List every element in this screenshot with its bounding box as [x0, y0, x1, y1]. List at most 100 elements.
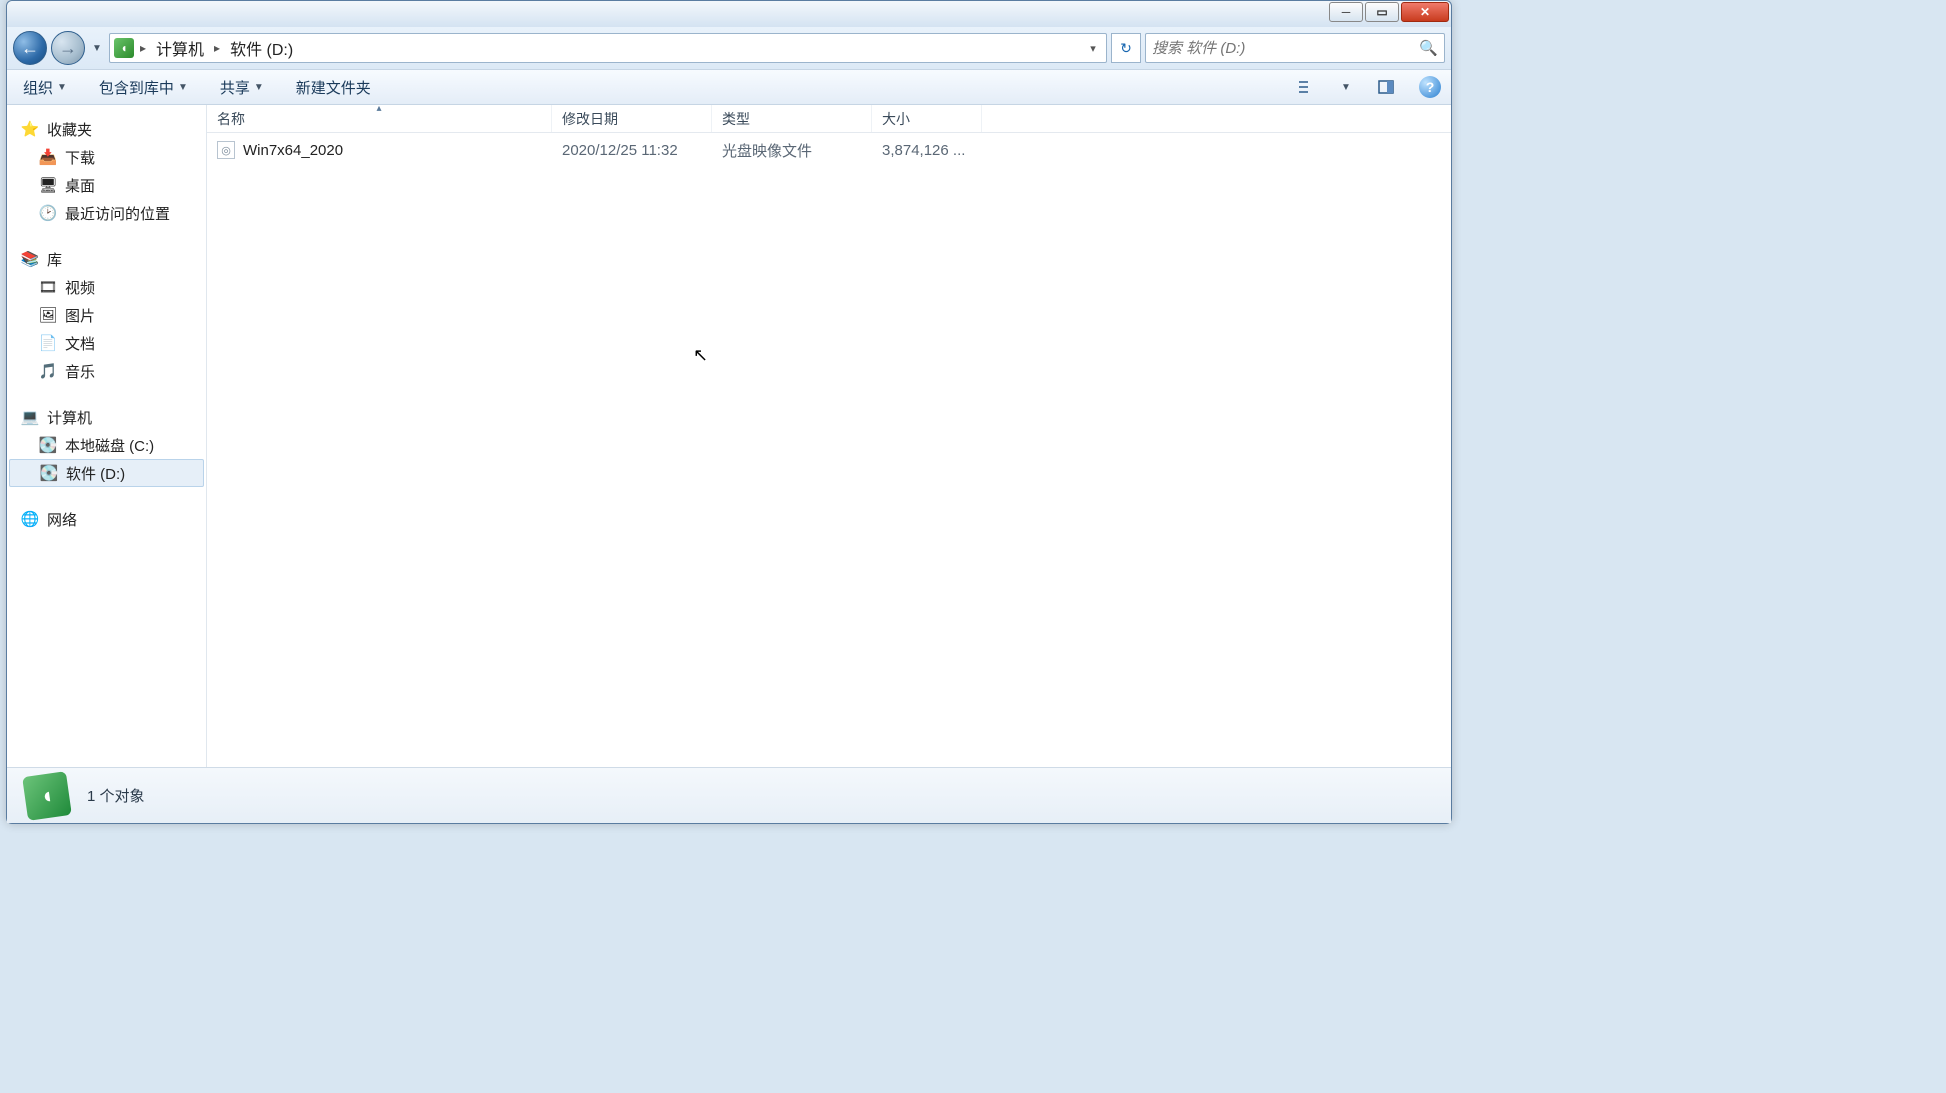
preview-pane-button[interactable]	[1373, 74, 1399, 100]
file-cell-name: ◎ Win7x64_2020	[207, 141, 552, 159]
picture-icon: 🖼	[39, 306, 57, 324]
sidebar-item-videos[interactable]: 🎞 视频	[7, 273, 206, 301]
address-bar[interactable]: ◖ ▸ 计算机 ▸ 软件 (D:) ▾	[109, 33, 1107, 63]
sidebar-item-pictures[interactable]: 🖼 图片	[7, 301, 206, 329]
sidebar-network-header[interactable]: 🌐 网络	[7, 505, 206, 533]
sidebar-item-label: 下载	[65, 147, 95, 168]
column-date-label: 修改日期	[562, 109, 618, 129]
library-icon: 📚	[21, 250, 39, 268]
sidebar-group-computer: 💻 计算机 💽 本地磁盘 (C:) 💽 软件 (D:)	[7, 399, 206, 501]
column-header-size[interactable]: 大小	[872, 105, 982, 132]
sidebar-item-desktop[interactable]: 🖥 桌面	[7, 171, 206, 199]
music-icon: 🎵	[39, 362, 57, 380]
back-button[interactable]: ←	[13, 31, 47, 65]
chevron-down-icon: ▼	[254, 82, 264, 93]
column-name-label: 名称	[217, 109, 245, 129]
sidebar-item-label: 桌面	[65, 175, 95, 196]
chevron-down-icon: ▼	[1341, 82, 1351, 93]
history-dropdown[interactable]: ▼	[89, 31, 105, 65]
body: ⭐ 收藏夹 📥 下载 🖥 桌面 🕑 最近访问的位置 📚	[7, 105, 1451, 767]
sidebar-item-label: 最近访问的位置	[65, 203, 170, 224]
sidebar-group-network: 🌐 网络	[7, 501, 206, 547]
sidebar: ⭐ 收藏夹 📥 下载 🖥 桌面 🕑 最近访问的位置 📚	[7, 105, 207, 767]
share-button[interactable]: 共享 ▼	[214, 73, 270, 102]
maximize-button[interactable]: ▭	[1365, 2, 1399, 22]
help-button[interactable]: ?	[1419, 76, 1441, 98]
file-content-area[interactable]: 名称 ▴ 修改日期 类型 大小 ◎ Win7x64_2020 2020/	[207, 105, 1451, 767]
status-bar: ◖ 1 个对象	[7, 767, 1451, 823]
close-button[interactable]: ✕	[1401, 2, 1449, 22]
organize-button[interactable]: 组织 ▼	[17, 73, 73, 102]
sidebar-item-label: 文档	[65, 333, 95, 354]
column-header-row: 名称 ▴ 修改日期 类型 大小	[207, 105, 1451, 133]
breadcrumb-computer[interactable]: 计算机	[152, 34, 208, 62]
sidebar-libraries-label: 库	[47, 249, 62, 270]
sidebar-favorites-label: 收藏夹	[47, 119, 92, 140]
refresh-button[interactable]: ↻	[1111, 33, 1141, 63]
breadcrumb-sep-icon: ▸	[140, 41, 146, 55]
star-icon: ⭐	[21, 120, 39, 138]
search-icon: 🔍	[1419, 39, 1438, 57]
sidebar-group-libraries: 📚 库 🎞 视频 🖼 图片 📄 文档 🎵 音乐	[7, 241, 206, 399]
include-label: 包含到库中	[99, 77, 174, 98]
desktop-icon: 🖥	[39, 176, 57, 194]
column-header-name[interactable]: 名称 ▴	[207, 105, 552, 132]
sidebar-libraries-header[interactable]: 📚 库	[7, 245, 206, 273]
file-cell-date: 2020/12/25 11:32	[552, 142, 712, 159]
sidebar-computer-header[interactable]: 💻 计算机	[7, 403, 206, 431]
file-row[interactable]: ◎ Win7x64_2020 2020/12/25 11:32 光盘映像文件 3…	[207, 133, 1451, 167]
sidebar-item-label: 软件 (D:)	[66, 463, 125, 484]
computer-icon: 💻	[21, 408, 39, 426]
cursor-icon: ↖	[693, 345, 708, 366]
sidebar-favorites-header[interactable]: ⭐ 收藏夹	[7, 115, 206, 143]
include-in-library-button[interactable]: 包含到库中 ▼	[93, 73, 194, 102]
video-icon: 🎞	[39, 278, 57, 296]
sidebar-network-label: 网络	[47, 509, 77, 530]
network-icon: 🌐	[21, 510, 39, 528]
new-folder-button[interactable]: 新建文件夹	[290, 73, 377, 102]
breadcrumb-drive[interactable]: 软件 (D:)	[226, 34, 297, 62]
minimize-button[interactable]: ─	[1329, 2, 1363, 22]
sidebar-item-label: 本地磁盘 (C:)	[65, 435, 154, 456]
recent-icon: 🕑	[39, 204, 57, 222]
forward-button[interactable]: →	[51, 31, 85, 65]
view-dropdown-button[interactable]: ▼	[1339, 74, 1353, 100]
sidebar-item-documents[interactable]: 📄 文档	[7, 329, 206, 357]
sidebar-item-music[interactable]: 🎵 音乐	[7, 357, 206, 385]
file-cell-size: 3,874,126 ...	[872, 142, 982, 159]
column-size-label: 大小	[882, 109, 910, 129]
chevron-down-icon: ▼	[178, 82, 188, 93]
navbar: ← → ▼ ◖ ▸ 计算机 ▸ 软件 (D:) ▾ ↻ 🔍	[7, 27, 1451, 69]
column-header-date[interactable]: 修改日期	[552, 105, 712, 132]
chevron-down-icon: ▼	[57, 82, 67, 93]
sidebar-item-label: 音乐	[65, 361, 95, 382]
share-label: 共享	[220, 77, 250, 98]
sidebar-group-favorites: ⭐ 收藏夹 📥 下载 🖥 桌面 🕑 最近访问的位置	[7, 111, 206, 241]
newfolder-label: 新建文件夹	[296, 77, 371, 98]
toolbar: 组织 ▼ 包含到库中 ▼ 共享 ▼ 新建文件夹 ▼ ?	[7, 69, 1451, 105]
organize-label: 组织	[23, 77, 53, 98]
file-cell-type: 光盘映像文件	[712, 140, 872, 161]
titlebar: ─ ▭ ✕	[7, 1, 1451, 27]
search-input[interactable]	[1152, 40, 1419, 57]
explorer-window: ─ ▭ ✕ ← → ▼ ◖ ▸ 计算机 ▸ 软件 (D:) ▾ ↻ 🔍 组织 ▼…	[6, 0, 1452, 824]
iso-file-icon: ◎	[217, 141, 235, 159]
document-icon: 📄	[39, 334, 57, 352]
search-box[interactable]: 🔍	[1145, 33, 1445, 63]
drive-icon: 💽	[39, 436, 57, 454]
status-text: 1 个对象	[87, 785, 145, 806]
sidebar-computer-label: 计算机	[47, 407, 92, 428]
column-type-label: 类型	[722, 109, 750, 129]
sidebar-item-downloads[interactable]: 📥 下载	[7, 143, 206, 171]
sidebar-item-recent[interactable]: 🕑 最近访问的位置	[7, 199, 206, 227]
drive-icon: ◖	[114, 38, 134, 58]
column-header-type[interactable]: 类型	[712, 105, 872, 132]
sort-indicator-icon: ▴	[376, 103, 381, 114]
sidebar-item-drive-d[interactable]: 💽 软件 (D:)	[9, 459, 204, 487]
drive-large-icon: ◖	[22, 771, 72, 821]
sidebar-item-drive-c[interactable]: 💽 本地磁盘 (C:)	[7, 431, 206, 459]
breadcrumb-sep-icon: ▸	[214, 41, 220, 55]
sidebar-item-label: 视频	[65, 277, 95, 298]
view-options-button[interactable]	[1293, 74, 1319, 100]
address-dropdown-icon[interactable]: ▾	[1084, 42, 1102, 55]
